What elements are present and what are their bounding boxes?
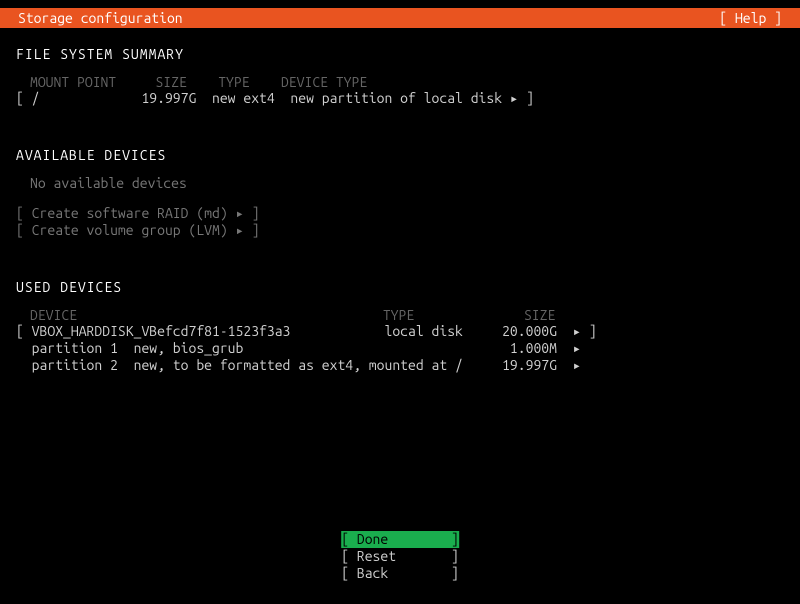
file-system-summary-section: FILE SYSTEM SUMMARY MOUNT POINT SIZE TYP… — [16, 46, 784, 107]
no-devices-message: No available devices — [30, 175, 784, 191]
available-devices-title: AVAILABLE DEVICES — [16, 147, 784, 163]
back-button[interactable]: [ Back ] — [341, 565, 459, 582]
done-button[interactable]: [ Done ] — [341, 531, 459, 548]
page-title: Storage configuration — [18, 10, 183, 26]
col-size: SIZE — [155, 74, 186, 90]
part2-row-text: partition 2 new, to be formatted as ext4… — [16, 357, 597, 373]
col-size2: SIZE — [524, 307, 555, 323]
part1-row-text: partition 1 new, bios_grub 1.000M ▸ — [16, 340, 597, 356]
col-mount-point: MOUNT POINT — [30, 74, 116, 90]
col-type2: TYPE — [383, 307, 414, 323]
create-raid-action[interactable]: [ Create software RAID (md) ▸ ] — [16, 205, 784, 222]
used-devices-section: USED DEVICES DEVICE TYPE SIZE [ VBOX_HAR… — [16, 279, 784, 374]
used-devices-header: DEVICE TYPE SIZE — [30, 307, 784, 323]
reset-button[interactable]: [ Reset ] — [341, 548, 459, 565]
available-devices-section: AVAILABLE DEVICES No available devices [… — [16, 147, 784, 239]
device-row-disk[interactable]: [ VBOX_HARDDISK_VBefcd7f81-1523f3a3 loca… — [16, 323, 784, 340]
header-bar: Storage configuration [ Help ] — [0, 8, 800, 28]
col-device-type: DEVICE TYPE — [281, 74, 367, 90]
help-button[interactable]: [ Help ] — [719, 10, 782, 26]
create-lvm-action[interactable]: [ Create volume group (LVM) ▸ ] — [16, 222, 784, 239]
fs-summary-title: FILE SYSTEM SUMMARY — [16, 46, 784, 62]
fs-summary-header: MOUNT POINT SIZE TYPE DEVICE TYPE — [30, 74, 784, 90]
device-row-partition-2[interactable]: partition 2 new, to be formatted as ext4… — [16, 357, 784, 374]
fs-row-text: [ / 19.997G new ext4 new partition of lo… — [16, 90, 534, 106]
done-label: [ Done ] — [341, 531, 459, 548]
content-area: FILE SYSTEM SUMMARY MOUNT POINT SIZE TYP… — [0, 28, 800, 374]
device-row-partition-1[interactable]: partition 1 new, bios_grub 1.000M ▸ — [16, 340, 784, 357]
fs-summary-row[interactable]: [ / 19.997G new ext4 new partition of lo… — [16, 90, 784, 107]
col-type: TYPE — [218, 74, 249, 90]
disk-row-text: [ VBOX_HARDDISK_VBefcd7f81-1523f3a3 loca… — [16, 323, 597, 339]
used-devices-title: USED DEVICES — [16, 279, 784, 295]
footer-buttons: [ Done ] [ Reset ] [ Back ] — [341, 531, 459, 582]
col-device: DEVICE — [30, 307, 77, 323]
